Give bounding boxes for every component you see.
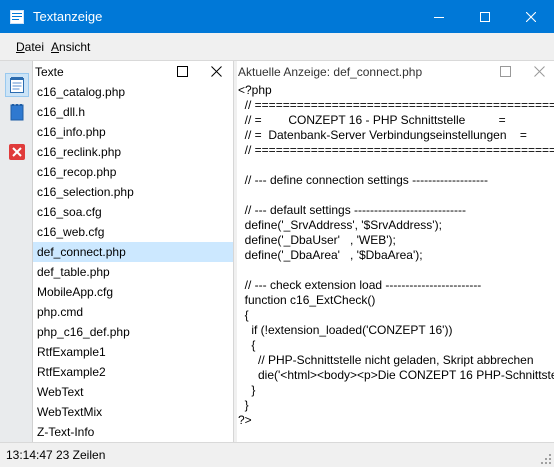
file-list-item[interactable]: RtfExample1 [33, 342, 233, 362]
maximize-icon [480, 11, 490, 22]
notepad-icon [10, 77, 24, 93]
status-time: 13:14:47 [6, 448, 53, 462]
menu-datei-mnemonic: D [16, 40, 25, 54]
texts-panel-header: Texte [33, 61, 233, 82]
code-line: if (!extension_loaded('CONZEPT 16')) [238, 323, 453, 337]
code-line: // PHP-Schnittstelle nicht geladen, Skri… [238, 353, 534, 367]
close-icon [210, 65, 222, 77]
code-line: // --- default settings ----------------… [238, 203, 466, 217]
menu-datei[interactable]: Datei [16, 40, 44, 54]
file-list-item[interactable]: WebTextMix [33, 402, 233, 422]
close-icon [533, 65, 545, 77]
title-bar: Textanzeige [0, 0, 554, 33]
file-list-item[interactable]: c16_selection.php [33, 182, 233, 202]
file-list-item[interactable]: c16_dll.h [33, 102, 233, 122]
status-line-count: 23 Zeilen [56, 448, 106, 462]
file-list-item[interactable]: RtfExample2 [33, 362, 233, 382]
status-bar: 13:14:47 23 Zeilen [0, 442, 554, 467]
code-line: die('<html><body><p>Die CONZEPT 16 PHP-S… [238, 368, 554, 382]
maximize-icon [499, 65, 511, 77]
code-line: function c16_ExtCheck() [238, 293, 376, 307]
code-line: { [238, 308, 249, 322]
code-line: // =====================================… [244, 98, 554, 112]
code-view[interactable]: <?php // ===============================… [238, 83, 554, 442]
window-app-icon [9, 9, 25, 25]
file-list-item[interactable]: WebText [33, 382, 233, 402]
window-title: Textanzeige [33, 9, 103, 24]
close-icon [526, 11, 536, 22]
text-view-title: Aktuelle Anzeige: def_connect.php [238, 65, 423, 79]
code-line: // =====================================… [244, 143, 554, 157]
book-button[interactable] [5, 100, 29, 124]
file-list-item[interactable]: php.cmd [33, 302, 233, 322]
file-list-item[interactable]: c16_recop.php [33, 162, 233, 182]
code-line: <?php [238, 83, 272, 97]
code-line: } [238, 383, 256, 397]
maximize-icon [176, 65, 188, 77]
text-view-panel: Aktuelle Anzeige: def_connect.php <?php … [237, 61, 554, 442]
code-line: // = Datenbank-Server Verbindungseinstel… [238, 128, 527, 142]
file-list-item[interactable]: c16_info.php [33, 122, 233, 142]
file-list-item[interactable]: def_connect.php [33, 242, 233, 262]
close-button[interactable] [508, 0, 554, 33]
menu-bar: Datei Ansicht [0, 33, 554, 61]
code-line: // --- define connection settings ------… [238, 173, 489, 187]
code-line: ?> [238, 413, 252, 427]
menu-datei-label: atei [24, 40, 45, 54]
delete-icon [9, 144, 25, 160]
code-line: define('_DbaArea' , '$DbaArea'); [238, 248, 423, 262]
file-list-item[interactable]: php_c16_def.php [33, 322, 233, 342]
file-list-item[interactable]: c16_catalog.php [33, 82, 233, 102]
code-line: } [238, 398, 249, 412]
maximize-button[interactable] [462, 0, 508, 33]
file-list-item[interactable]: Z-Text-Info [33, 422, 233, 442]
file-list-item[interactable]: c16_reclink.php [33, 142, 233, 162]
file-list-item[interactable]: def_table.php [33, 262, 233, 282]
minimize-button[interactable] [416, 0, 462, 33]
texts-panel-title: Texte [35, 65, 64, 79]
text-view-close-button[interactable] [531, 64, 547, 78]
code-line: // = CONZEPT 16 - PHP Schnittstelle = [238, 113, 506, 127]
delete-button[interactable] [5, 140, 29, 164]
menu-ansicht[interactable]: Ansicht [51, 40, 90, 54]
tool-strip [0, 61, 33, 442]
code-line: define('_DbaUser' , 'WEB'); [238, 233, 396, 247]
minimize-icon [434, 16, 444, 18]
menu-ansicht-label: nsicht [59, 40, 91, 54]
texts-panel-close-button[interactable] [208, 64, 224, 78]
menu-ansicht-mnemonic: A [51, 40, 60, 54]
text-view-maximize-button[interactable] [497, 64, 513, 78]
file-list-item[interactable]: c16_soa.cfg [33, 202, 233, 222]
book-icon [10, 104, 24, 121]
code-line: // --- check extension load ------------… [238, 278, 482, 292]
code-line: { [238, 338, 256, 352]
file-list-item[interactable]: MobileApp.cfg [33, 282, 233, 302]
resize-grip-icon[interactable] [540, 453, 552, 465]
code-line: define('_SrvAddress', '$SrvAddress'); [238, 218, 442, 232]
text-view-button[interactable] [5, 73, 29, 97]
file-list-item[interactable]: c16_web.cfg [33, 222, 233, 242]
file-list: c16_catalog.php c16_dll.h c16_info.php c16_… [33, 82, 233, 442]
texts-panel-maximize-button[interactable] [174, 64, 190, 78]
texts-panel: Texte c16_catalog.php c16_dll.h c16_info.p… [33, 61, 234, 442]
